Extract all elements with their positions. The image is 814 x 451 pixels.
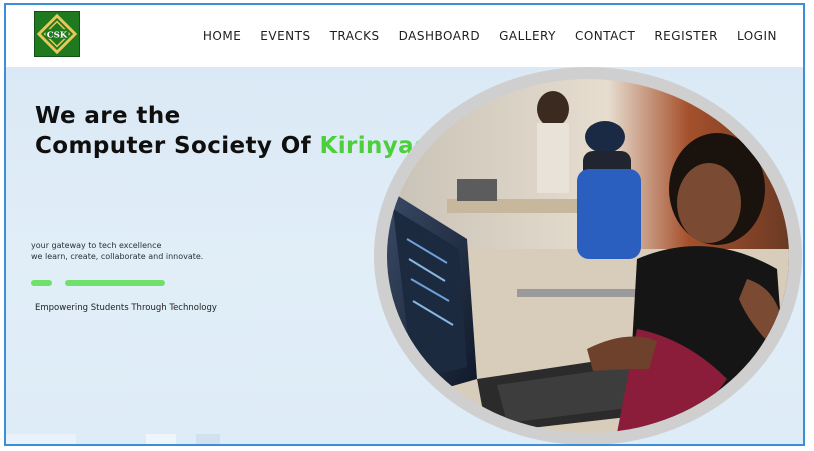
- nav-gallery[interactable]: GALLERY: [499, 29, 556, 43]
- pill-long: [65, 280, 165, 286]
- nav-events[interactable]: EVENTS: [260, 29, 310, 43]
- hero-photo: [387, 79, 789, 433]
- nav-home[interactable]: HOME: [203, 29, 241, 43]
- headline-line-1: We are the: [35, 103, 181, 129]
- logo-text: CSK: [47, 30, 68, 40]
- nav-contact[interactable]: CONTACT: [575, 29, 635, 43]
- hero-slogan: Empowering Students Through Technology: [35, 303, 217, 313]
- browser-frame: CSK HOME EVENTS TRACKS DASHBOARD GALLERY…: [4, 3, 805, 446]
- csk-logo-icon: CSK: [35, 12, 79, 56]
- hero-image-frame: [374, 67, 802, 444]
- tagline-line-1: your gateway to tech excellence: [31, 241, 162, 250]
- hero-headline: We are the Computer Society Of Kirinyaga: [35, 101, 447, 161]
- nav-tracks[interactable]: TRACKS: [330, 29, 380, 43]
- students-at-laptops-image: [387, 79, 789, 433]
- pill-short: [31, 280, 52, 286]
- main-nav: HOME EVENTS TRACKS DASHBOARD GALLERY CON…: [203, 5, 777, 67]
- nav-register[interactable]: REGISTER: [654, 29, 718, 43]
- nav-dashboard[interactable]: DASHBOARD: [399, 29, 480, 43]
- top-navbar: CSK HOME EVENTS TRACKS DASHBOARD GALLERY…: [6, 5, 803, 67]
- pixel-decoration: [6, 434, 76, 444]
- headline-line-2-prefix: Computer Society Of: [35, 133, 320, 159]
- csk-logo[interactable]: CSK: [34, 11, 80, 57]
- hero-section: We are the Computer Society Of Kirinyaga…: [6, 67, 803, 444]
- hero-tagline: your gateway to tech excellence we learn…: [31, 240, 203, 262]
- tagline-line-2: we learn, create, collaborate and innova…: [31, 252, 204, 261]
- pixel-decoration: [146, 434, 176, 444]
- nav-login[interactable]: LOGIN: [737, 29, 777, 43]
- pixel-decoration: [196, 434, 220, 444]
